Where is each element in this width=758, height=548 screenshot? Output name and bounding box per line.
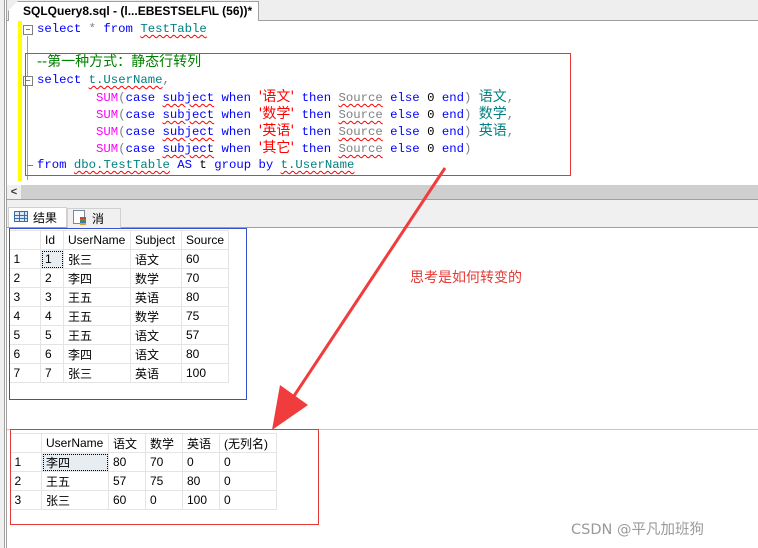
- grid-icon: [14, 211, 28, 222]
- pivot-table-highlight-box: [10, 429, 319, 525]
- source-table-highlight-box: [9, 228, 247, 400]
- code-line-1: select * from TestTable: [37, 22, 207, 36]
- collapse-icon[interactable]: −: [23, 25, 33, 35]
- arrow-head: [272, 385, 308, 430]
- tab-results-label: 结果: [33, 211, 58, 225]
- messages-icon: [73, 210, 86, 225]
- code-highlight-box: [25, 53, 571, 176]
- change-marker-bar: [18, 21, 22, 181]
- window-left-border: [0, 0, 5, 548]
- document-tab[interactable]: SQLQuery8.sql - (l...EBESTSELF\L (56))*: [8, 1, 260, 21]
- watermark: CSDN @平凡加班狗: [571, 522, 704, 538]
- annotation-note: 思考是如何转变的: [410, 270, 522, 286]
- document-tab-title: SQLQuery8.sql - (l...EBESTSELF\L (56))*: [23, 4, 253, 18]
- scroll-left-arrow-icon[interactable]: <: [7, 185, 21, 199]
- annotation-arrow: [272, 167, 447, 430]
